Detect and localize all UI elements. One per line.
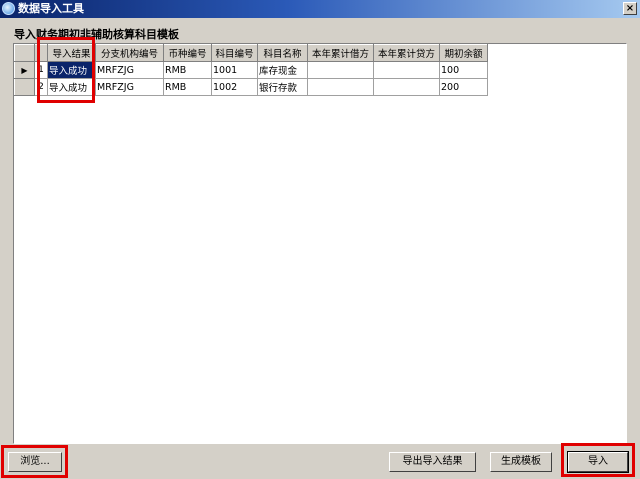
data-grid[interactable]: 导入结果 分支机构编号 币种编号 科目编号 科目名称 本年累计借方 本年累计贷方… <box>13 43 627 444</box>
cell-opening-balance[interactable]: 200 <box>439 78 488 96</box>
col-header-account-code[interactable]: 科目编号 <box>211 44 258 62</box>
cell-ytd-credit[interactable] <box>373 78 440 96</box>
row-number: 2 <box>34 78 48 96</box>
export-import-result-button[interactable]: 导出导入结果 <box>389 452 476 472</box>
col-header-account-name[interactable]: 科目名称 <box>257 44 308 62</box>
col-header-currency-code[interactable]: 币种编号 <box>163 44 212 62</box>
cell-opening-balance[interactable]: 100 <box>439 61 488 79</box>
cell-account-name[interactable]: 库存现金 <box>257 61 308 79</box>
cell-account-name[interactable]: 银行存款 <box>257 78 308 96</box>
cell-account-code[interactable]: 1001 <box>211 61 258 79</box>
page-heading: 导入财务期初非辅助核算科目模板 <box>14 28 179 41</box>
cell-ytd-credit[interactable] <box>373 61 440 79</box>
grid-corner-num <box>34 44 48 62</box>
row-number: 1 <box>34 61 48 79</box>
table-row[interactable]: 2 导入成功 MRFZJG RMB 1002 银行存款 200 <box>14 78 488 96</box>
col-header-ytd-credit[interactable]: 本年累计贷方 <box>373 44 440 62</box>
cell-account-code[interactable]: 1002 <box>211 78 258 96</box>
grid-header-row: 导入结果 分支机构编号 币种编号 科目编号 科目名称 本年累计借方 本年累计贷方… <box>14 44 488 62</box>
window-title: 数据导入工具 <box>18 2 84 15</box>
cell-ytd-debit[interactable] <box>307 61 374 79</box>
grid-corner <box>14 44 35 62</box>
cell-import-result[interactable]: 导入成功 <box>47 78 96 96</box>
row-selector-icon[interactable] <box>14 78 35 96</box>
app-icon <box>2 2 15 15</box>
cell-import-result[interactable]: 导入成功 <box>47 61 96 79</box>
col-header-branch-code[interactable]: 分支机构编号 <box>95 44 164 62</box>
cell-currency-code[interactable]: RMB <box>163 78 212 96</box>
cell-branch-code[interactable]: MRFZJG <box>95 78 164 96</box>
col-header-import-result[interactable]: 导入结果 <box>47 44 96 62</box>
generate-template-button[interactable]: 生成模板 <box>490 452 552 472</box>
cell-currency-code[interactable]: RMB <box>163 61 212 79</box>
row-selector-icon[interactable]: ▶ <box>14 61 35 79</box>
close-button[interactable]: × <box>623 2 637 15</box>
table-row[interactable]: ▶ 1 导入成功 MRFZJG RMB 1001 库存现金 100 <box>14 61 488 79</box>
import-button[interactable]: 导入 <box>567 451 629 473</box>
col-header-opening-balance[interactable]: 期初余额 <box>439 44 488 62</box>
cell-ytd-debit[interactable] <box>307 78 374 96</box>
title-bar: 数据导入工具 × <box>0 0 640 18</box>
browse-button[interactable]: 浏览... <box>8 452 62 472</box>
cell-branch-code[interactable]: MRFZJG <box>95 61 164 79</box>
col-header-ytd-debit[interactable]: 本年累计借方 <box>307 44 374 62</box>
grid-table: 导入结果 分支机构编号 币种编号 科目编号 科目名称 本年累计借方 本年累计贷方… <box>14 44 488 96</box>
